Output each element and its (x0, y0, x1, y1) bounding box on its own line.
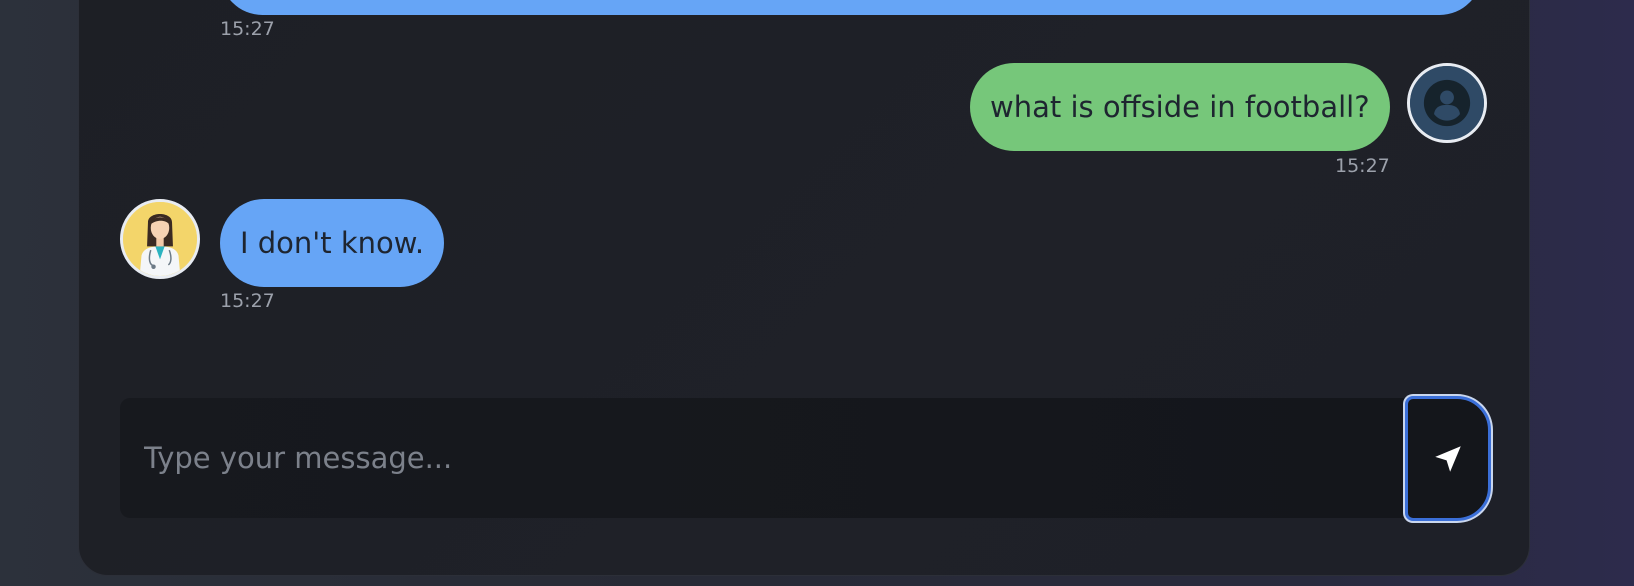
bot-avatar (120, 199, 200, 279)
user-message-bubble: what is offside in football? (970, 63, 1390, 151)
message-text: what is offside in football? (990, 90, 1370, 124)
message-time: 15:27 (220, 18, 275, 40)
doctor-avatar (123, 202, 197, 276)
bot-message-bubble: I don't know. (220, 199, 445, 287)
user-avatar (1407, 63, 1487, 143)
send-button[interactable] (1405, 396, 1491, 521)
send-arrow-icon (1435, 445, 1461, 472)
user-icon (1410, 66, 1484, 140)
bot-message-bubble (220, 0, 1482, 15)
message-time: 15:27 (1335, 155, 1390, 177)
message-input[interactable] (120, 398, 1410, 518)
message-text: I don't know. (240, 226, 425, 260)
message-time: 15:27 (220, 290, 275, 312)
